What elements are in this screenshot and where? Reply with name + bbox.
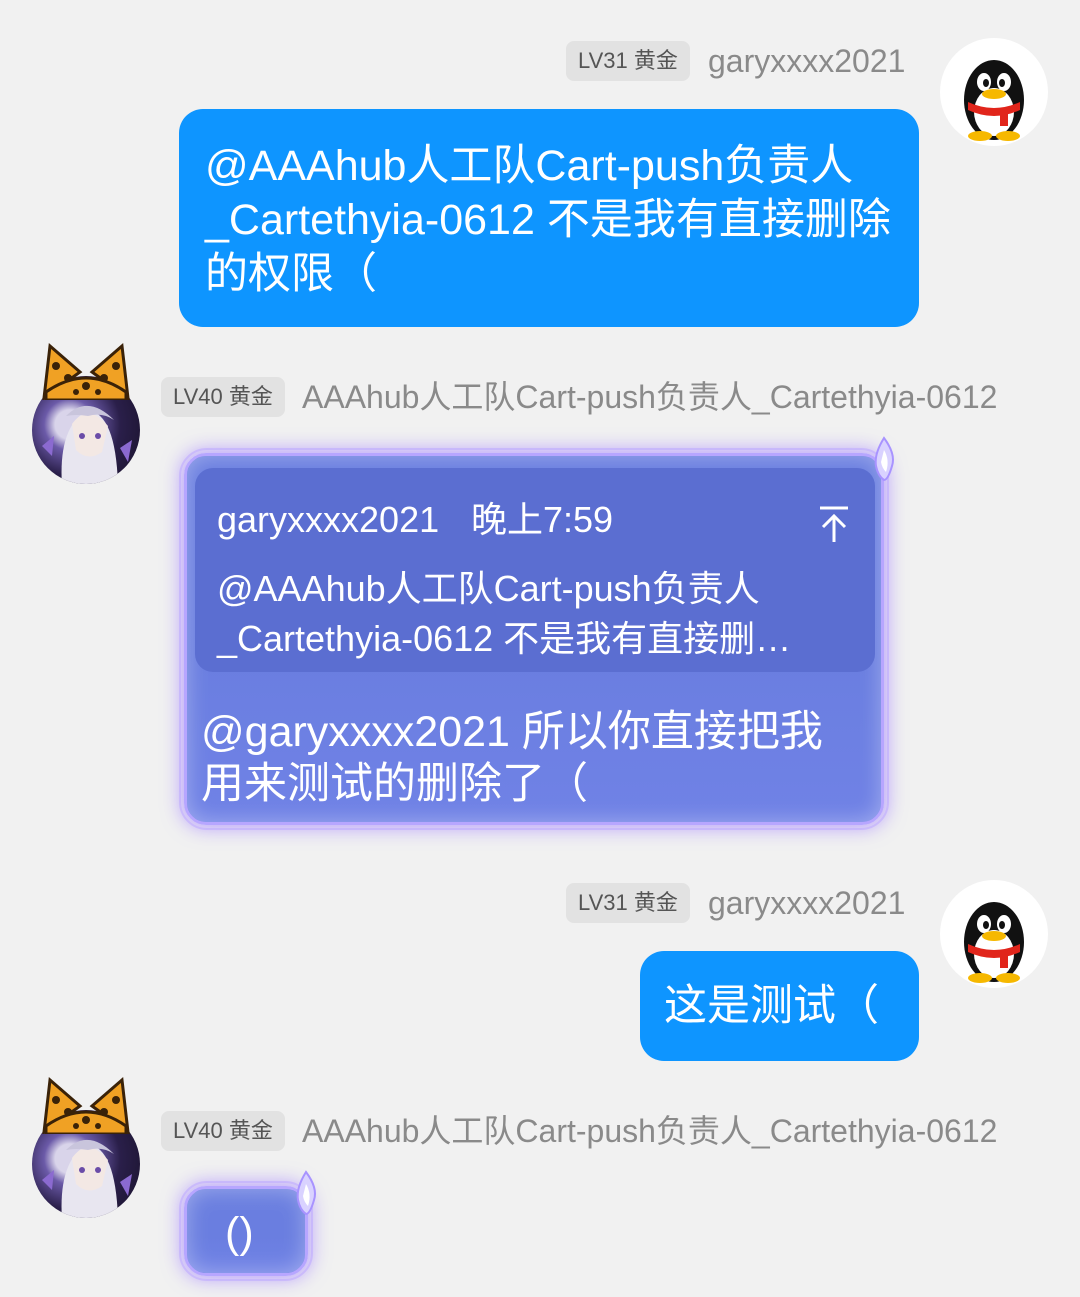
leopard-ears-icon (42, 1077, 130, 1134)
sparkle-flame-icon (296, 1170, 316, 1216)
level-badge: LV40 黄金 (161, 1111, 285, 1151)
message-incoming: LV40 黄金 AAAhub人工队Cart-push负责人_Cartethyia… (0, 0, 1080, 1297)
message-text: () (225, 1209, 254, 1257)
sender-name[interactable]: AAAhub人工队Cart-push负责人_Cartethyia-0612 (302, 1111, 997, 1151)
